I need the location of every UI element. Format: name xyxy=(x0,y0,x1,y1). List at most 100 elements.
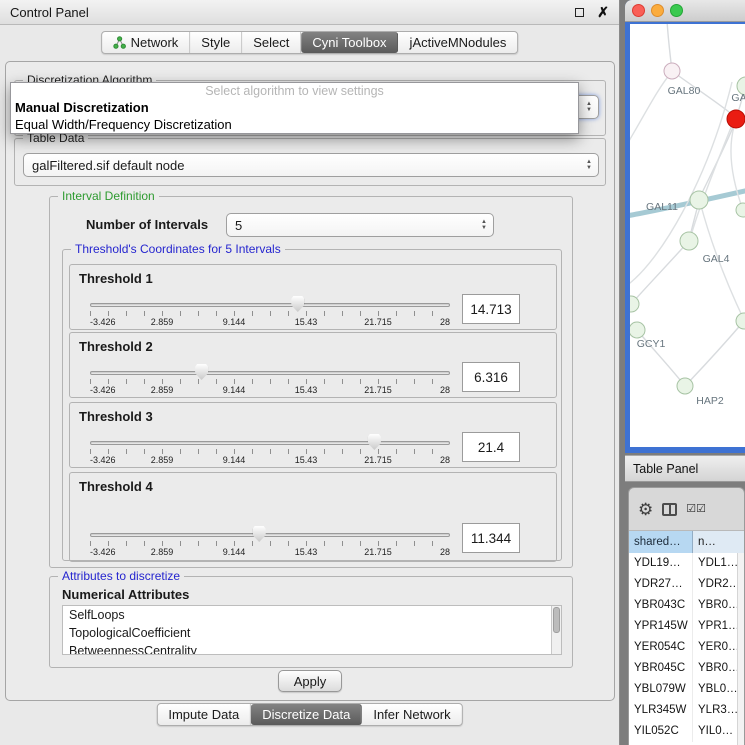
slider-axis-label: 15.43 xyxy=(295,317,318,327)
tab-label: Infer Network xyxy=(373,707,450,722)
network-node[interactable] xyxy=(630,296,639,312)
network-node[interactable] xyxy=(680,232,698,250)
tab-jactivemnodules[interactable]: jActiveMNodules xyxy=(399,32,518,53)
list-item[interactable]: TopologicalCoefficient xyxy=(63,624,561,642)
table-cell[interactable]: YDL19… xyxy=(629,553,693,574)
zoom-traffic-light[interactable] xyxy=(670,4,683,17)
slider-axis-label: 15.43 xyxy=(295,547,318,557)
threshold-label: Threshold 1 xyxy=(79,271,153,286)
slider-handle[interactable] xyxy=(253,526,266,542)
popup-item-manual-discretization[interactable]: Manual Discretization xyxy=(11,99,578,116)
table-row[interactable]: YDR27…YDR2… xyxy=(629,574,744,595)
tab-impute-data[interactable]: Impute Data xyxy=(157,704,251,725)
table-row[interactable]: YBR043CYBR0… xyxy=(629,595,744,616)
tab-discretize-data[interactable]: Discretize Data xyxy=(251,704,362,725)
network-node[interactable] xyxy=(736,203,745,217)
tab-select[interactable]: Select xyxy=(242,32,301,53)
network-node[interactable] xyxy=(664,63,680,79)
table-cell[interactable]: YBR045C xyxy=(629,658,693,679)
table-row[interactable]: YPR145WYPR1… xyxy=(629,616,744,637)
network-svg[interactable]: GAL80GAGAL11GAL4GCY1HAP2 xyxy=(630,24,745,447)
popup-item-equal-width-frequency[interactable]: Equal Width/Frequency Discretization xyxy=(11,116,578,133)
apply-button[interactable]: Apply xyxy=(278,670,342,692)
scrollbar-thumb[interactable] xyxy=(553,607,560,633)
table-data-combobox[interactable]: galFiltered.sif default node ▲ ▼ xyxy=(23,153,599,177)
slider-track[interactable] xyxy=(90,371,450,375)
threshold-3-value-field[interactable]: 21.4 xyxy=(462,432,520,462)
slider-axis-label: 15.43 xyxy=(295,455,318,465)
float-window-icon[interactable] xyxy=(575,8,584,17)
network-edge[interactable] xyxy=(630,73,671,146)
network-node-label: GAL4 xyxy=(703,253,730,265)
tab-cyni-toolbox[interactable]: Cyni Toolbox xyxy=(301,32,398,53)
threshold-1-value-field[interactable]: 14.713 xyxy=(462,294,520,324)
table-row[interactable]: YIL052CYIL0… xyxy=(629,721,744,742)
slider-track[interactable] xyxy=(90,533,450,537)
columns-icon[interactable] xyxy=(662,503,677,516)
table-panel-titlebar: Table Panel xyxy=(625,455,745,482)
network-edge[interactable] xyxy=(731,120,743,210)
threshold-3-slider[interactable]: -3.4262.8599.14415.4321.71528 xyxy=(90,431,450,469)
slider-axis-label: 2.859 xyxy=(151,455,174,465)
list-item[interactable]: SelfLoops xyxy=(63,606,561,624)
close-icon[interactable]: ✗ xyxy=(597,5,609,19)
slider-handle[interactable] xyxy=(368,434,381,450)
slider-axis-label: -3.426 xyxy=(90,455,116,465)
tab-style[interactable]: Style xyxy=(190,32,242,53)
table-cell[interactable]: YBL079W xyxy=(629,679,693,700)
slider-track[interactable] xyxy=(90,303,450,307)
threshold-2-slider[interactable]: -3.4262.8599.14415.4321.71528 xyxy=(90,361,450,399)
network-canvas[interactable]: GAL80GAGAL11GAL4GCY1HAP2 xyxy=(630,24,745,447)
number-of-intervals-combobox[interactable]: 5 ▲ ▼ xyxy=(226,213,494,237)
popup-placeholder: Select algorithm to view settings xyxy=(11,83,578,99)
table-row[interactable]: YDL19…YDL1… xyxy=(629,553,744,574)
network-node[interactable] xyxy=(690,191,708,209)
slider-track[interactable] xyxy=(90,441,450,445)
table-row[interactable]: YER054CYER0… xyxy=(629,637,744,658)
control-panel-titlebar: Control Panel ✗ xyxy=(0,0,619,25)
gear-icon[interactable]: ⚙ xyxy=(638,501,653,518)
table-cell[interactable]: YER054C xyxy=(629,637,693,658)
threshold-2-value-field[interactable]: 6.316 xyxy=(462,362,520,392)
slider-axis-label: 9.144 xyxy=(223,385,246,395)
column-header-shared-name[interactable]: shared… xyxy=(629,531,693,553)
slider-handle[interactable] xyxy=(195,364,208,380)
table-cell[interactable]: YDR27… xyxy=(629,574,693,595)
network-node[interactable] xyxy=(677,378,693,394)
slider-axis-labels: -3.4262.8599.14415.4321.71528 xyxy=(90,547,450,559)
threshold-4-slider[interactable]: -3.4262.8599.14415.4321.71528 xyxy=(90,523,450,561)
network-edge[interactable] xyxy=(632,241,689,303)
network-edge[interactable] xyxy=(690,120,734,239)
number-of-intervals-label: Number of Intervals xyxy=(86,217,208,232)
network-node[interactable] xyxy=(630,322,645,338)
network-node-label: GAL80 xyxy=(668,85,701,97)
column-header-name[interactable]: n… xyxy=(693,531,744,553)
window-title: Control Panel xyxy=(10,5,89,20)
table-scrollbar[interactable] xyxy=(737,553,744,745)
minimize-traffic-light[interactable] xyxy=(651,4,664,17)
algorithm-dropdown-popup: Select algorithm to view settings Manual… xyxy=(10,82,579,134)
threshold-1-slider[interactable]: -3.4262.8599.14415.4321.71528 xyxy=(90,293,450,331)
tab-label: Impute Data xyxy=(168,707,239,722)
table-cell[interactable]: YLR345W xyxy=(629,700,693,721)
slider-handle[interactable] xyxy=(291,296,304,312)
table-row[interactable]: YBR045CYBR0… xyxy=(629,658,744,679)
table-row[interactable]: YBL079WYBL0… xyxy=(629,679,744,700)
checkbox-icons[interactable]: ☑☑ xyxy=(686,504,706,515)
network-edge[interactable] xyxy=(685,321,744,386)
close-traffic-light[interactable] xyxy=(632,4,645,17)
threshold-4-value-field[interactable]: 11.344 xyxy=(462,523,520,553)
slider-axis-label: 28 xyxy=(440,385,450,395)
network-node[interactable] xyxy=(727,110,745,128)
tab-network[interactable]: Network xyxy=(102,32,191,53)
table-cell[interactable]: YBR043C xyxy=(629,595,693,616)
table-cell[interactable]: YPR145W xyxy=(629,616,693,637)
threshold-label: Threshold 3 xyxy=(79,409,153,424)
table-row[interactable]: YLR345WYLR3… xyxy=(629,700,744,721)
tab-infer-network[interactable]: Infer Network xyxy=(362,704,461,725)
threshold-1-box: Threshold 1 -3.4262.8599.14415.4321.7152… xyxy=(69,264,557,330)
table-cell[interactable]: YIL052C xyxy=(629,721,693,742)
list-item[interactable]: BetweennessCentrality xyxy=(63,642,561,655)
network-node[interactable] xyxy=(736,313,745,329)
list-scrollbar[interactable] xyxy=(551,606,561,654)
